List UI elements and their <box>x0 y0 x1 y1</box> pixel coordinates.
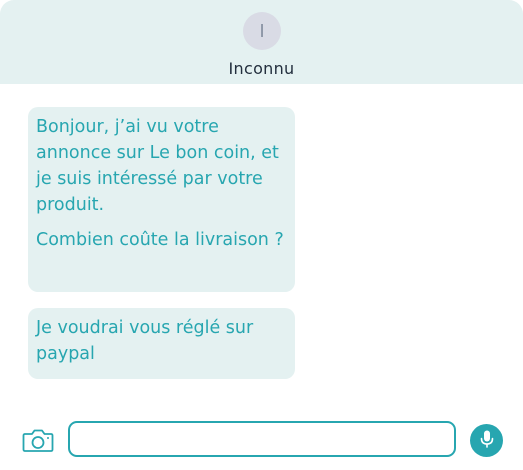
avatar[interactable]: I <box>243 12 281 50</box>
microphone-icon <box>479 429 495 453</box>
chat-header: I Inconnu <box>0 0 523 84</box>
incoming-message: Je voudrai vous réglé sur paypal <box>28 308 295 379</box>
chat-screen: I Inconnu Bonjour, j’ai vu votre annonce… <box>0 0 523 470</box>
message-text: Je voudrai vous réglé sur paypal <box>36 318 254 364</box>
message-text: Bonjour, j’ai vu votre annonce sur Le bo… <box>36 117 279 215</box>
camera-icon[interactable] <box>22 427 54 453</box>
message-composer <box>0 420 523 460</box>
incoming-message: Bonjour, j’ai vu votre annonce sur Le bo… <box>28 107 295 292</box>
avatar-initial: I <box>259 20 265 42</box>
message-text: Combien coûte la livraison ? <box>36 230 284 250</box>
contact-name: Inconnu <box>228 59 295 78</box>
message-list: Bonjour, j’ai vu votre annonce sur Le bo… <box>28 107 295 379</box>
message-input[interactable] <box>68 421 456 457</box>
microphone-button[interactable] <box>470 424 503 457</box>
